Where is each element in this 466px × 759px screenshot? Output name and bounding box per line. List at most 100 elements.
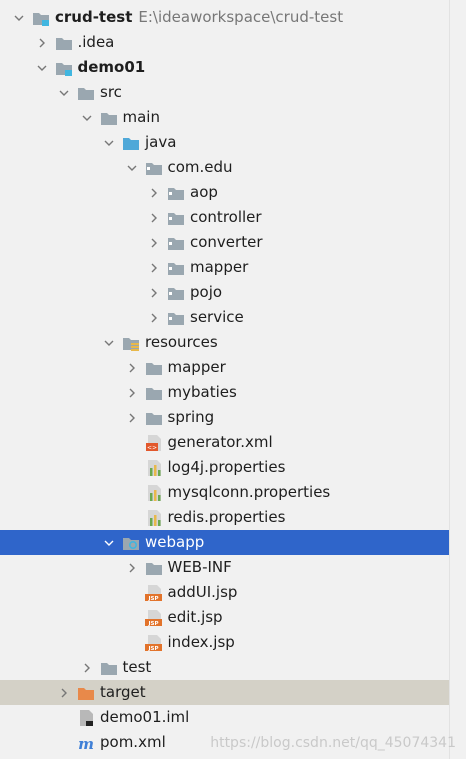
- chevron-right-icon[interactable]: [35, 30, 49, 55]
- chevron-right-icon[interactable]: [125, 380, 139, 405]
- chevron-down-icon[interactable]: [102, 530, 116, 555]
- tree-item-label: converter: [190, 233, 263, 251]
- tree-row-redis-properties[interactable]: redis.properties: [0, 505, 449, 530]
- chevron-right-icon[interactable]: [57, 680, 71, 705]
- module-folder-icon: [55, 59, 73, 77]
- tree-row-webapp[interactable]: webapp: [0, 530, 449, 555]
- tree-row-demo01-iml[interactable]: demo01.iml: [0, 705, 449, 730]
- source-folder-icon: [122, 134, 140, 152]
- tree-item-label: mysqlconn.properties: [167, 483, 331, 501]
- properties-file-icon: [145, 509, 163, 527]
- chevron-down-icon[interactable]: [35, 55, 49, 80]
- properties-file-icon: [145, 459, 163, 477]
- folder-icon: [100, 659, 118, 677]
- tree-row-log4j-properties[interactable]: log4j.properties: [0, 455, 449, 480]
- tree-item-label: redis.properties: [167, 508, 286, 526]
- tree-row-controller[interactable]: controller: [0, 205, 449, 230]
- tree-item-label: crud-test: [55, 8, 133, 26]
- folder-icon: [145, 359, 163, 377]
- tree-item-label: mybaties: [167, 383, 237, 401]
- maven-file-icon: m: [77, 734, 95, 752]
- folder-icon: [145, 409, 163, 427]
- package-icon: [167, 234, 185, 252]
- xml-file-icon: <>: [145, 434, 163, 452]
- tree-row-mysqlconn-properties[interactable]: mysqlconn.properties: [0, 480, 449, 505]
- jsp-file-icon: JSP: [144, 584, 163, 602]
- chevron-right-icon[interactable]: [147, 255, 161, 280]
- tree-row-com-edu[interactable]: com.edu: [0, 155, 449, 180]
- project-tree[interactable]: crud-test E:\ideaworkspace\crud-test .idea…: [0, 5, 449, 755]
- chevron-right-icon[interactable]: [125, 555, 139, 580]
- tree-row-addui-jsp[interactable]: JSP addUI.jsp: [0, 580, 449, 605]
- chevron-right-icon[interactable]: [125, 355, 139, 380]
- chevron-right-icon[interactable]: [125, 405, 139, 430]
- tree-row-mapper[interactable]: mapper: [0, 255, 449, 280]
- tree-item-label: addUI.jsp: [167, 583, 238, 601]
- chevron-down-icon[interactable]: [102, 130, 116, 155]
- tree-item-label: service: [190, 308, 244, 326]
- tree-item-label: target: [100, 683, 146, 701]
- chevron-down-icon[interactable]: [125, 155, 139, 180]
- chevron-down-icon[interactable]: [12, 5, 26, 30]
- tree-item-label: edit.jsp: [167, 608, 223, 626]
- svg-text:<>: <>: [146, 444, 156, 451]
- tree-row-resources[interactable]: resources: [0, 330, 449, 355]
- tree-item-label: com.edu: [167, 158, 233, 176]
- chevron-down-icon[interactable]: [80, 105, 94, 130]
- chevron-right-icon[interactable]: [80, 655, 94, 680]
- tree-item-label: log4j.properties: [167, 458, 286, 476]
- chevron-down-icon[interactable]: [102, 330, 116, 355]
- svg-text:JSP: JSP: [147, 646, 158, 652]
- tree-row-crud-test[interactable]: crud-test E:\ideaworkspace\crud-test: [0, 5, 449, 30]
- tree-item-label: generator.xml: [167, 433, 273, 451]
- tree-row-src[interactable]: src: [0, 80, 449, 105]
- tree-item-label: demo01: [77, 58, 146, 76]
- panel-divider: [449, 0, 450, 759]
- tree-item-label: WEB-INF: [167, 558, 232, 576]
- jsp-file-icon: JSP: [144, 609, 163, 627]
- chevron-down-icon[interactable]: [57, 80, 71, 105]
- tree-row-index-jsp[interactable]: JSP index.jsp: [0, 630, 449, 655]
- tree-item-label: pom.xml: [100, 733, 166, 751]
- tree-item-label: mapper: [190, 258, 249, 276]
- tree-item-label: demo01.iml: [100, 708, 190, 726]
- package-icon: [167, 209, 185, 227]
- package-icon: [167, 284, 185, 302]
- tree-row-edit-jsp[interactable]: JSP edit.jsp: [0, 605, 449, 630]
- folder-icon: [145, 384, 163, 402]
- tree-item-label: pojo: [190, 283, 223, 301]
- tree-row-pojo[interactable]: pojo: [0, 280, 449, 305]
- tree-item-label: test: [122, 658, 152, 676]
- svg-text:JSP: JSP: [147, 621, 158, 627]
- tree-item-label: spring: [167, 408, 215, 426]
- tree-item-label: aop: [190, 183, 218, 201]
- tree-row-web-inf[interactable]: WEB-INF: [0, 555, 449, 580]
- tree-row-java[interactable]: java: [0, 130, 449, 155]
- tree-row-service[interactable]: service: [0, 305, 449, 330]
- chevron-right-icon[interactable]: [147, 180, 161, 205]
- chevron-right-icon[interactable]: [147, 230, 161, 255]
- tree-item-label: index.jsp: [167, 633, 235, 651]
- excluded-folder-icon: [77, 684, 95, 702]
- tree-item-label: resources: [145, 333, 218, 351]
- tree-row-mapper[interactable]: mapper: [0, 355, 449, 380]
- tree-row-target[interactable]: target: [0, 680, 449, 705]
- chevron-right-icon[interactable]: [147, 205, 161, 230]
- tree-row-test[interactable]: test: [0, 655, 449, 680]
- tree-row-aop[interactable]: aop: [0, 180, 449, 205]
- tree-row-demo01[interactable]: demo01: [0, 55, 449, 80]
- tree-row-converter[interactable]: converter: [0, 230, 449, 255]
- svg-text:JSP: JSP: [147, 596, 158, 602]
- tree-row--idea[interactable]: .idea: [0, 30, 449, 55]
- chevron-right-icon[interactable]: [147, 305, 161, 330]
- tree-item-label: java: [145, 133, 177, 151]
- chevron-right-icon[interactable]: [147, 280, 161, 305]
- tree-row-main[interactable]: main: [0, 105, 449, 130]
- package-icon: [167, 184, 185, 202]
- folder-icon: [55, 34, 73, 52]
- package-icon: [145, 159, 163, 177]
- tree-row-spring[interactable]: spring: [0, 405, 449, 430]
- tree-row-generator-xml[interactable]: <> generator.xml: [0, 430, 449, 455]
- package-icon: [167, 259, 185, 277]
- tree-row-mybaties[interactable]: mybaties: [0, 380, 449, 405]
